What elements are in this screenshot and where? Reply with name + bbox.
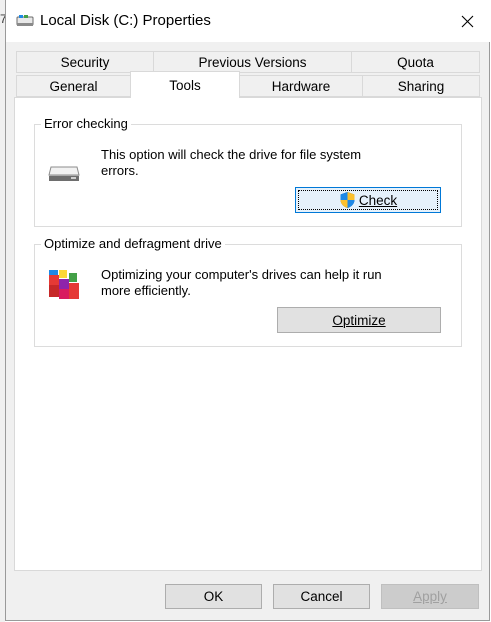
error-checking-group: Error checking This option will check th… (34, 116, 462, 227)
tab-hardware[interactable]: Hardware (239, 75, 363, 97)
close-icon (461, 15, 473, 27)
apply-button[interactable]: Apply (381, 584, 479, 609)
tab-sharing[interactable]: Sharing (362, 75, 480, 97)
optimize-description: Optimizing your computer's drives can he… (101, 267, 382, 298)
cancel-button[interactable]: Cancel (273, 584, 370, 609)
optimize-title: Optimize and defragment drive (41, 236, 225, 251)
apply-button-label: Apply (413, 589, 447, 604)
check-button-label: Check (358, 192, 398, 208)
tab-tools[interactable]: Tools (130, 71, 240, 98)
optimize-button[interactable]: Optimize (277, 307, 441, 333)
tab-security[interactable]: Security (16, 51, 154, 73)
tab-general[interactable]: General (16, 75, 131, 97)
hard-drive-icon (48, 166, 80, 181)
optimize-button-label: Optimize (332, 312, 386, 328)
defragment-icon (49, 270, 79, 299)
uac-shield-icon (340, 192, 355, 208)
title-bar[interactable]: Local Disk (C:) Properties (6, 0, 490, 42)
tab-quota[interactable]: Quota (351, 51, 480, 73)
error-checking-description: This option will check the drive for fil… (101, 147, 362, 178)
window-title: Local Disk (C:) Properties (40, 12, 211, 29)
properties-dialog: Local Disk (C:) Properties Security Prev… (5, 0, 490, 621)
check-button[interactable]: Check (295, 187, 441, 213)
drive-icon (16, 15, 34, 26)
optimize-group: Optimize and defragment drive Optimizing… (34, 236, 462, 347)
close-button[interactable] (444, 0, 490, 42)
ok-button[interactable]: OK (165, 584, 262, 609)
error-checking-title: Error checking (41, 116, 131, 131)
tab-previous-versions[interactable]: Previous Versions (153, 51, 352, 73)
tools-tab-panel: Error checking This option will check th… (14, 97, 482, 571)
